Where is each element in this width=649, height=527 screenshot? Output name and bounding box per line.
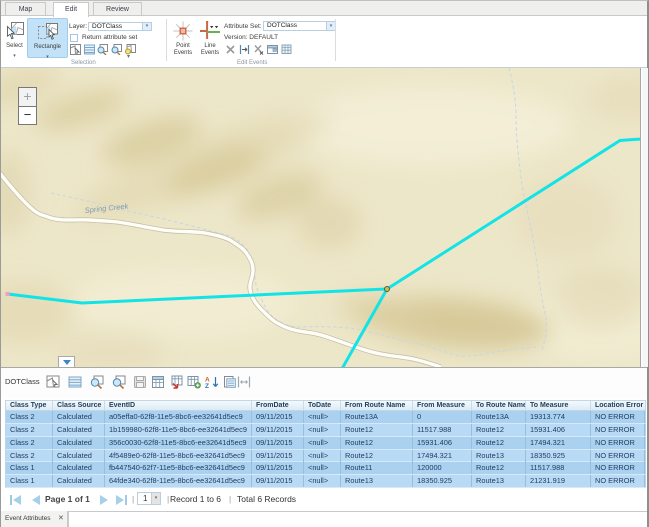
svg-text:Z: Z	[205, 383, 209, 389]
